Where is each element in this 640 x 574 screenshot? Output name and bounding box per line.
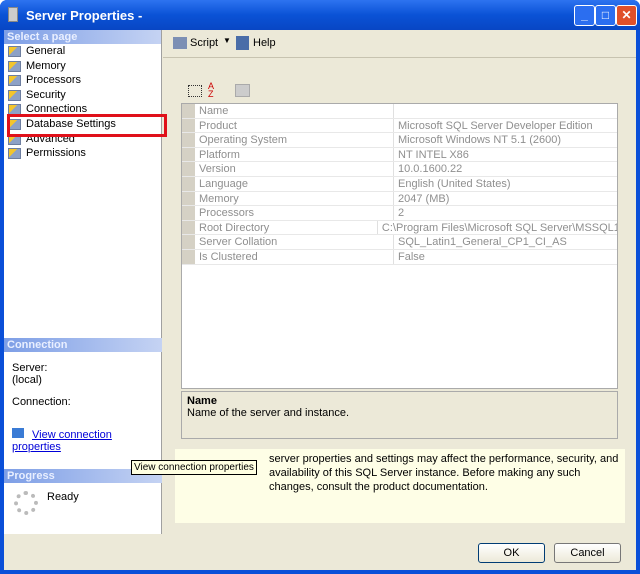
property-value: False — [398, 250, 425, 263]
page-label: Memory — [26, 59, 66, 72]
property-value: Microsoft Windows NT 5.1 (2600) — [398, 134, 562, 147]
property-value: Microsoft SQL Server Developer Edition — [398, 119, 593, 132]
property-name: Memory — [182, 191, 394, 206]
page-item-permissions[interactable]: Permissions — [4, 146, 161, 161]
property-row[interactable]: Name — [182, 104, 617, 119]
page-label: Permissions — [26, 147, 86, 160]
window-title: Server Properties - — [26, 8, 143, 23]
page-icon — [8, 60, 21, 72]
script-button[interactable]: Script — [190, 37, 218, 49]
property-name: Operating System — [182, 133, 394, 147]
property-name: Root Directory — [182, 220, 378, 235]
maximize-button[interactable]: □ — [595, 5, 616, 26]
title-bar: Server Properties - _ □ ✕ — [0, 0, 640, 30]
property-row[interactable]: Memory 2047 (MB) — [182, 191, 617, 207]
property-grid: Name Product Microsoft SQL Server Develope… — [181, 103, 618, 389]
page-icon — [8, 148, 21, 160]
sort-alpha-icon[interactable]: AZ — [208, 82, 214, 99]
page-item-general[interactable]: General — [4, 44, 161, 59]
spinner-icon — [14, 491, 38, 515]
property-name: Language — [182, 176, 394, 191]
page-icon — [8, 46, 21, 57]
cancel-button[interactable]: Cancel — [554, 543, 621, 563]
dialog-window: Server Properties - _ □ ✕ Select a page … — [0, 0, 640, 574]
property-row[interactable]: Version 10.0.1600.22 — [182, 162, 617, 177]
categorized-icon[interactable] — [188, 85, 202, 97]
property-value: C:\Program Files\Microsoft SQL Server\MS… — [381, 221, 617, 234]
property-value: NT INTEL X86 — [398, 148, 469, 161]
ok-button[interactable]: OK — [478, 543, 545, 563]
property-name: Processors — [182, 206, 394, 220]
right-pane: Script ▼ Help AZ Name Product Microsoft SQ… — [163, 30, 636, 534]
property-name: Server Collation — [182, 235, 394, 249]
select-page-header: Select a page — [4, 30, 161, 44]
property-value: 10.0.1600.22 — [398, 163, 463, 176]
left-pane: Select a page General Memory Processors Sec… — [4, 30, 162, 534]
property-value — [394, 104, 398, 118]
server-label: Server: — [12, 362, 48, 374]
close-button[interactable]: ✕ — [616, 5, 637, 26]
description-text: Name of the server and instance. — [187, 407, 350, 419]
property-name: Platform — [182, 147, 394, 162]
tooltip: View connection properties — [131, 460, 257, 475]
property-row[interactable]: Processors 2 — [182, 206, 617, 221]
help-icon — [236, 36, 249, 50]
description-panel: Name Name of the server and instance. — [181, 391, 618, 439]
dialog-body: Select a page General Memory Processors Sec… — [4, 30, 636, 570]
connection-label: Connection: — [12, 396, 71, 408]
page-icon — [8, 75, 21, 87]
warning-text: server properties and settings may affec… — [269, 453, 619, 493]
server-value: (local) — [12, 374, 42, 386]
minimize-button[interactable]: _ — [574, 5, 595, 26]
property-row[interactable]: Operating System Microsoft Windows NT 5.1… — [182, 133, 617, 148]
page-label: Security — [26, 88, 66, 101]
property-row[interactable]: Platform NT INTEL X86 — [182, 147, 617, 163]
property-row[interactable]: Language English (United States) — [182, 176, 617, 192]
property-row[interactable]: Server Collation SQL_Latin1_General_CP1_C… — [182, 235, 617, 250]
property-row[interactable]: Root Directory C:\Program Files\Microsoft… — [182, 220, 617, 236]
property-pages-icon[interactable] — [235, 84, 250, 97]
server-icon — [8, 7, 18, 22]
page-label: General — [26, 45, 66, 57]
page-item-processors[interactable]: Processors — [4, 73, 161, 88]
connection-header: Connection — [4, 338, 162, 352]
properties-icon — [12, 428, 24, 438]
property-name: Product — [182, 118, 394, 133]
property-row[interactable]: Is Clustered False — [182, 249, 617, 265]
property-value: 2047 (MB) — [398, 192, 450, 205]
property-value: SQL_Latin1_General_CP1_CI_AS — [398, 236, 567, 249]
description-title: Name — [187, 395, 217, 407]
script-icon — [173, 37, 187, 49]
view-connection-properties-link[interactable]: View connection properties — [12, 429, 112, 453]
help-button[interactable]: Help — [253, 37, 276, 49]
property-name: Version — [182, 162, 394, 176]
page-label: Processors — [26, 74, 82, 87]
security-highlight — [7, 114, 167, 137]
page-icon — [8, 89, 21, 101]
property-value: 2 — [398, 207, 405, 220]
property-name: Name — [182, 104, 394, 118]
property-row[interactable]: Product Microsoft SQL Server Developer Ed… — [182, 118, 617, 134]
page-item-memory[interactable]: Memory — [4, 59, 161, 74]
page-item-security[interactable]: Security — [4, 88, 161, 103]
property-name: Is Clustered — [182, 249, 394, 264]
progress-status: Ready — [47, 491, 79, 503]
script-dropdown-icon[interactable]: ▼ — [223, 36, 231, 45]
property-value: English (United States) — [398, 177, 511, 190]
